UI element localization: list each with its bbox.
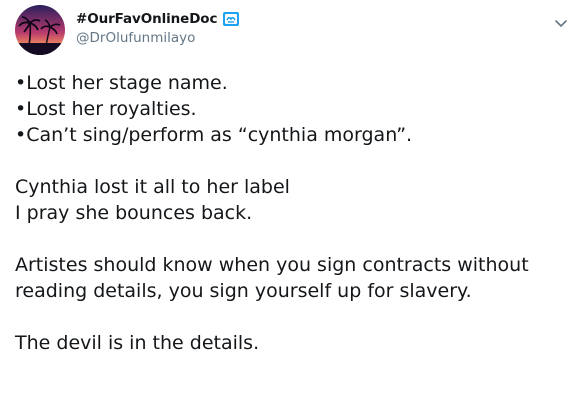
handle[interactable]: @DrOlufunmilayo bbox=[76, 30, 240, 46]
tweet-line: Artistes should know when you sign contr… bbox=[15, 254, 529, 276]
tweet-line: •Lost her stage name. bbox=[15, 72, 228, 94]
tweet-text: •Lost her stage name. •Lost her royaltie… bbox=[15, 70, 575, 356]
verified-badge-icon bbox=[222, 11, 240, 27]
tweet-card: #OurFavOnlineDoc @DrOlufunmilayo •Lost h… bbox=[0, 0, 579, 413]
author-block: #OurFavOnlineDoc @DrOlufunmilayo bbox=[76, 9, 240, 46]
tweet-line: Cynthia lost it all to her label bbox=[15, 176, 290, 198]
name-row: #OurFavOnlineDoc bbox=[76, 9, 240, 28]
tweet-line: I pray she bounces back. bbox=[15, 202, 253, 224]
tweet-line: reading details, you sign yourself up fo… bbox=[15, 280, 472, 302]
display-name[interactable]: #OurFavOnlineDoc bbox=[76, 11, 217, 27]
tweet-line: •Can’t sing/perform as “cynthia morgan”. bbox=[15, 124, 413, 146]
tweet-line: •Lost her royalties. bbox=[15, 98, 197, 120]
avatar[interactable] bbox=[15, 5, 65, 55]
chevron-down-icon[interactable] bbox=[555, 13, 567, 27]
tweet-line: The devil is in the details. bbox=[15, 332, 260, 354]
